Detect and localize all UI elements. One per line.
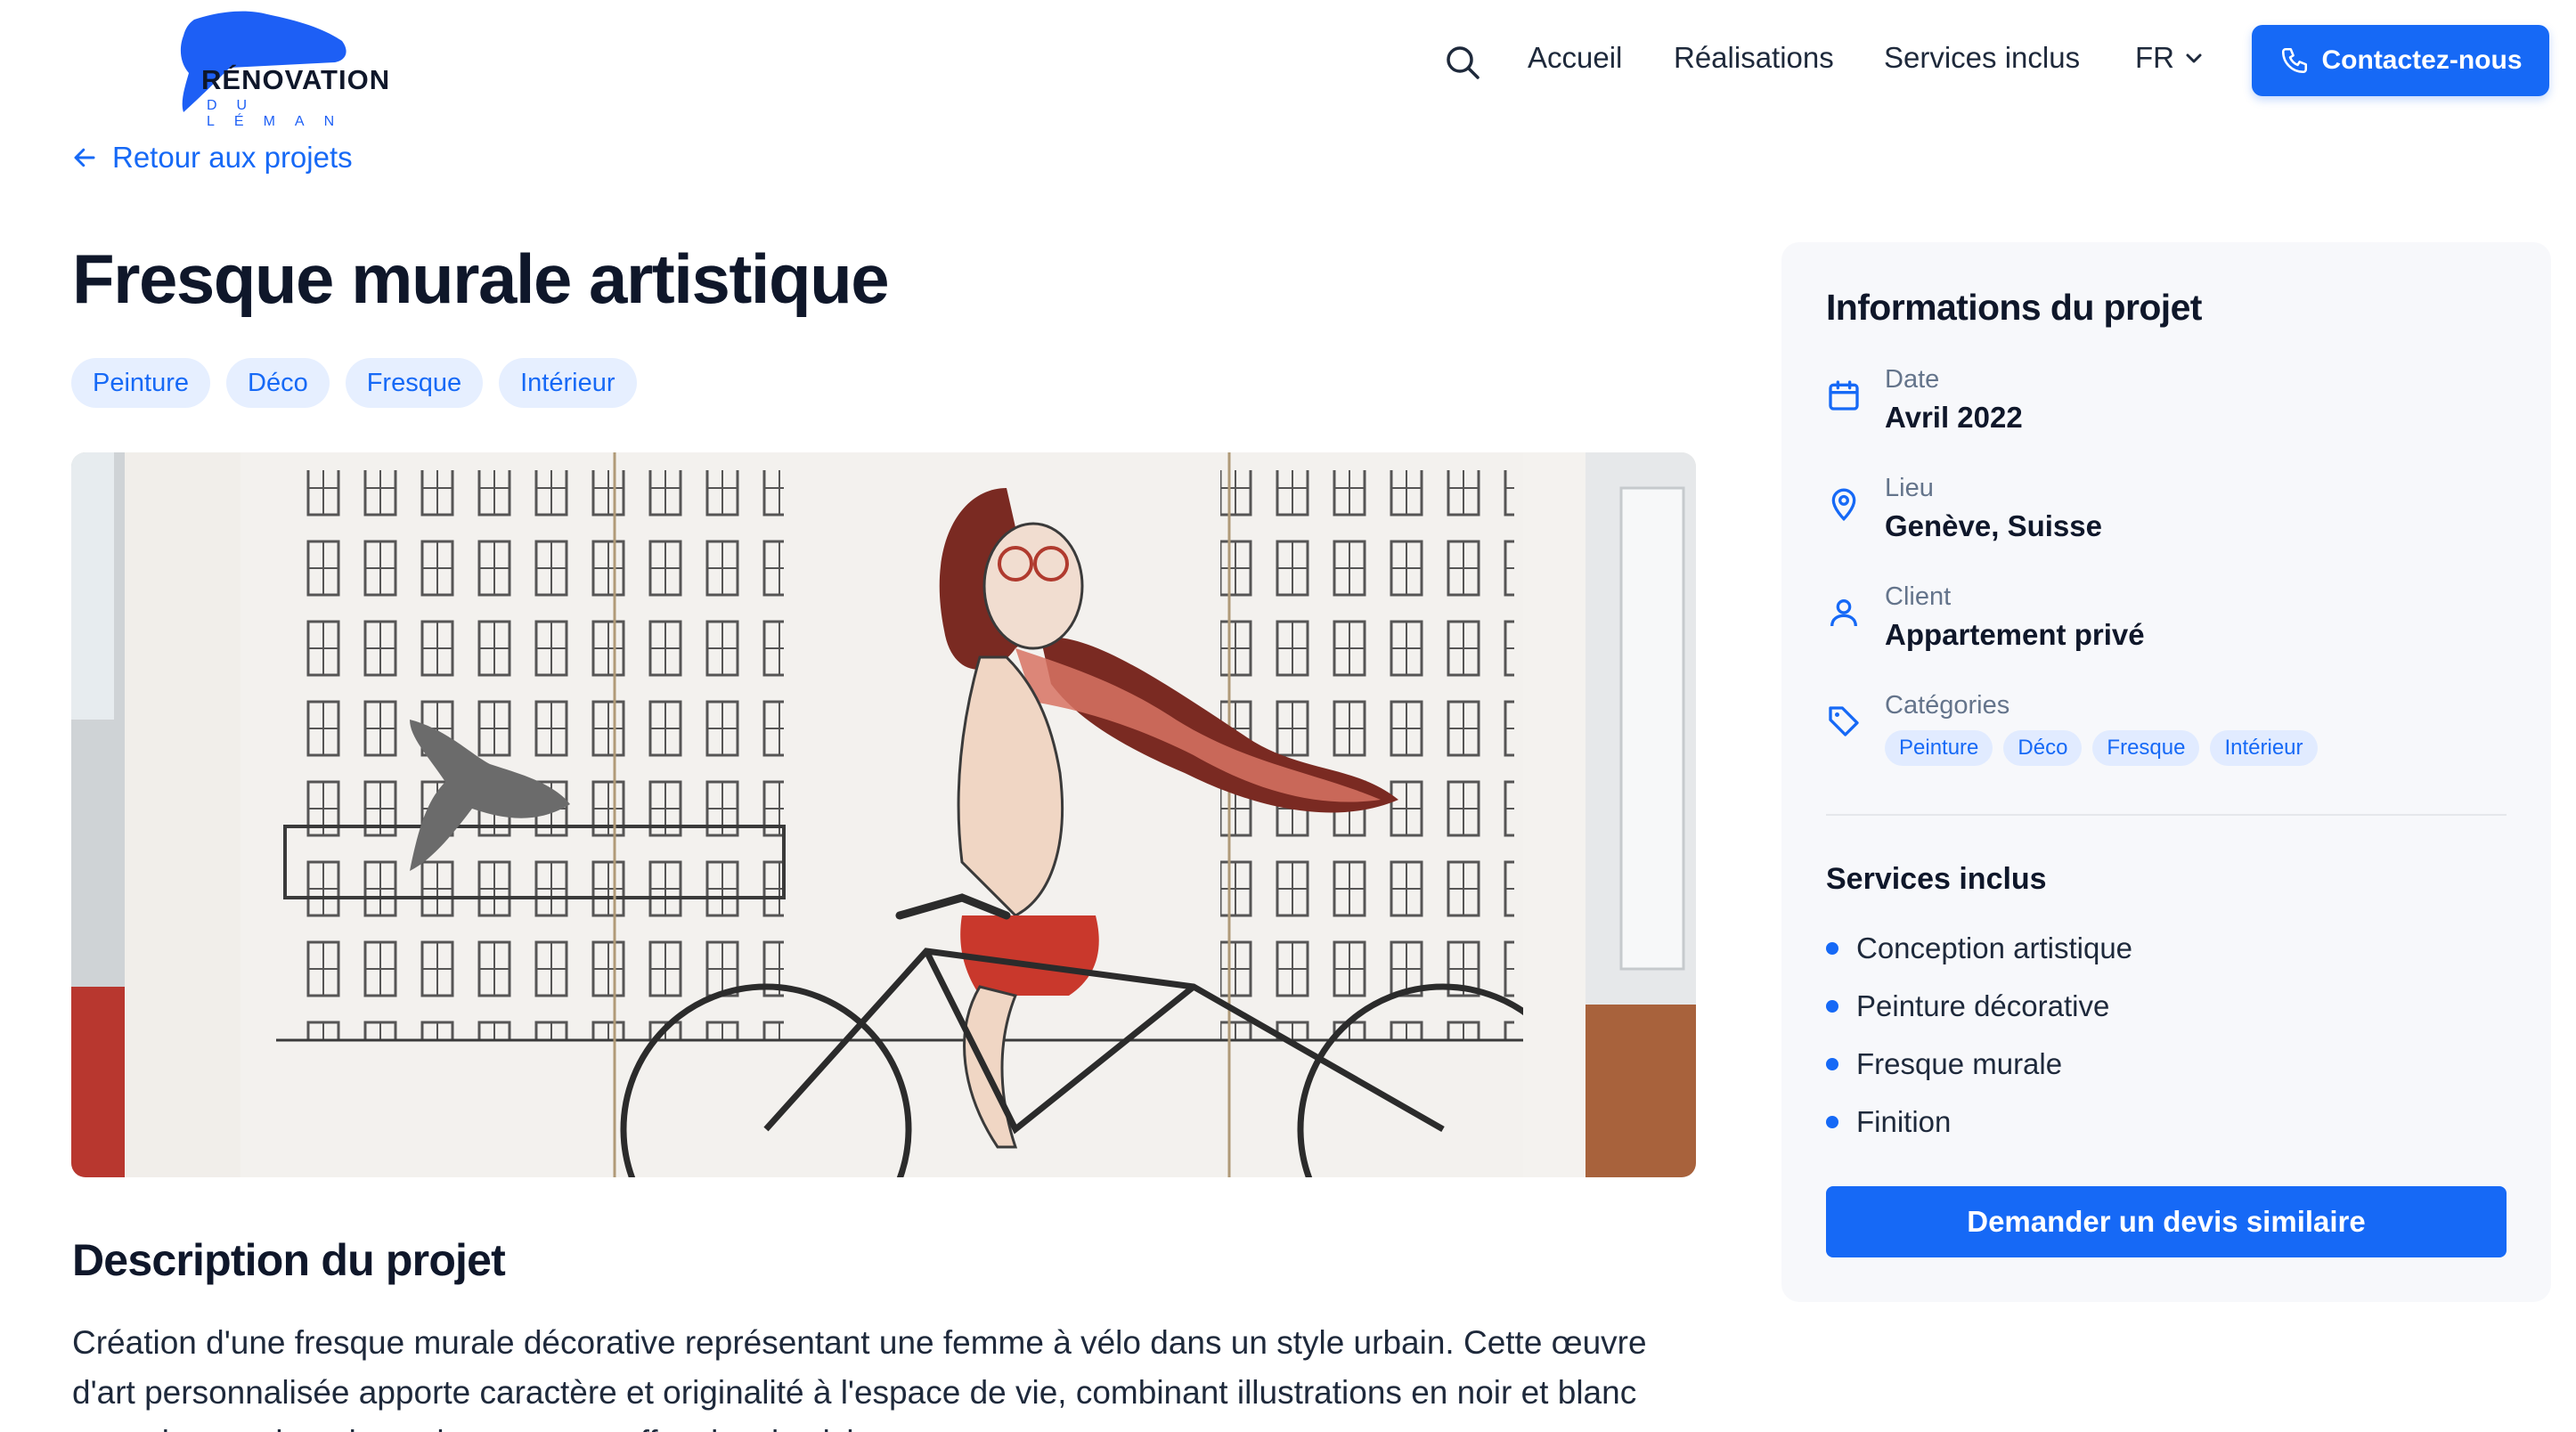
- project-hero-image: [71, 452, 1696, 1177]
- nav-link-accueil[interactable]: Accueil: [1528, 41, 1622, 75]
- tag-peinture[interactable]: Peinture: [71, 358, 211, 408]
- map-pin-icon: [1831, 488, 1856, 522]
- tag-fresque[interactable]: Fresque: [345, 358, 484, 408]
- service-item: Peinture décorative: [1826, 977, 2132, 1035]
- brand-name: RÉNOVATION: [201, 64, 391, 95]
- phone-icon: [2281, 47, 2307, 74]
- project-tags: Peinture Déco Fresque Intérieur: [71, 358, 637, 408]
- info-date-label: Date: [1885, 365, 1940, 394]
- search-icon[interactable]: [1443, 43, 1482, 82]
- bullet-icon: [1826, 1115, 1838, 1128]
- description-heading: Description du projet: [72, 1235, 506, 1285]
- tag-deco[interactable]: Déco: [226, 358, 330, 408]
- mural-illustration: [71, 452, 1696, 1177]
- language-label: FR: [2135, 41, 2174, 74]
- service-label: Finition: [1856, 1104, 1952, 1138]
- calendar-icon: [1829, 380, 1859, 411]
- user-icon: [1830, 599, 1857, 627]
- back-to-projects-link[interactable]: Retour aux projets: [71, 141, 353, 175]
- service-item: Conception artistique: [1826, 919, 2132, 977]
- language-selector[interactable]: FR: [2135, 41, 2205, 75]
- service-item: Fresque murale: [1826, 1035, 2132, 1093]
- info-client-label: Client: [1885, 582, 1952, 611]
- info-categories-label: Catégories: [1885, 691, 2010, 720]
- category-tag-peinture[interactable]: Peinture: [1885, 730, 1993, 766]
- service-label: Conception artistique: [1856, 931, 2133, 964]
- chevron-down-icon: [2186, 53, 2202, 63]
- request-quote-button[interactable]: Demander un devis similaire: [1826, 1186, 2507, 1257]
- info-client-value: Appartement privé: [1885, 618, 2145, 651]
- back-link-label: Retour aux projets: [112, 141, 353, 174]
- info-location-label: Lieu: [1885, 474, 1934, 502]
- category-tag-deco[interactable]: Déco: [2003, 730, 2083, 766]
- brand-logo[interactable]: RÉNOVATION DU LÉMAN: [167, 9, 391, 129]
- page-title: Fresque murale artistique: [72, 240, 890, 318]
- contact-button[interactable]: Contactez-nous: [2252, 25, 2549, 96]
- tag-interieur[interactable]: Intérieur: [499, 358, 637, 408]
- category-tag-fresque[interactable]: Fresque: [2092, 730, 2200, 766]
- brand-subname: DU LÉMAN: [207, 98, 355, 129]
- service-label: Fresque murale: [1856, 1046, 2063, 1080]
- arrow-left-icon: [74, 148, 95, 167]
- project-info-heading: Informations du projet: [1826, 287, 2202, 328]
- tag-icon: [1829, 706, 1859, 736]
- info-location-value: Genève, Suisse: [1885, 509, 2102, 542]
- bullet-icon: [1826, 999, 1838, 1013]
- description-text: Création d'une fresque murale décorative…: [72, 1324, 1647, 1432]
- nav-link-realisations[interactable]: Réalisations: [1674, 41, 1834, 75]
- service-item: Finition: [1826, 1093, 2132, 1151]
- info-date-value: Avril 2022: [1885, 401, 2023, 434]
- bullet-icon: [1826, 1057, 1838, 1070]
- category-tags: Peinture Déco Fresque Intérieur: [1885, 730, 2318, 766]
- service-label: Peinture décorative: [1856, 989, 2110, 1022]
- page: RÉNOVATION DU LÉMAN Accueil Réalisations…: [0, 0, 2576, 1432]
- nav-link-services[interactable]: Services inclus: [1884, 41, 2080, 75]
- services-list: Conception artistique Peinture décorativ…: [1826, 919, 2132, 1151]
- divider: [1826, 814, 2507, 816]
- category-tag-interieur[interactable]: Intérieur: [2210, 730, 2318, 766]
- contact-button-label: Contactez-nous: [2321, 45, 2523, 75]
- services-heading: Services inclus: [1826, 862, 2047, 896]
- project-info-card: Informations du projet Date Avril 2022 L…: [1781, 242, 2551, 1302]
- bullet-icon: [1826, 941, 1838, 955]
